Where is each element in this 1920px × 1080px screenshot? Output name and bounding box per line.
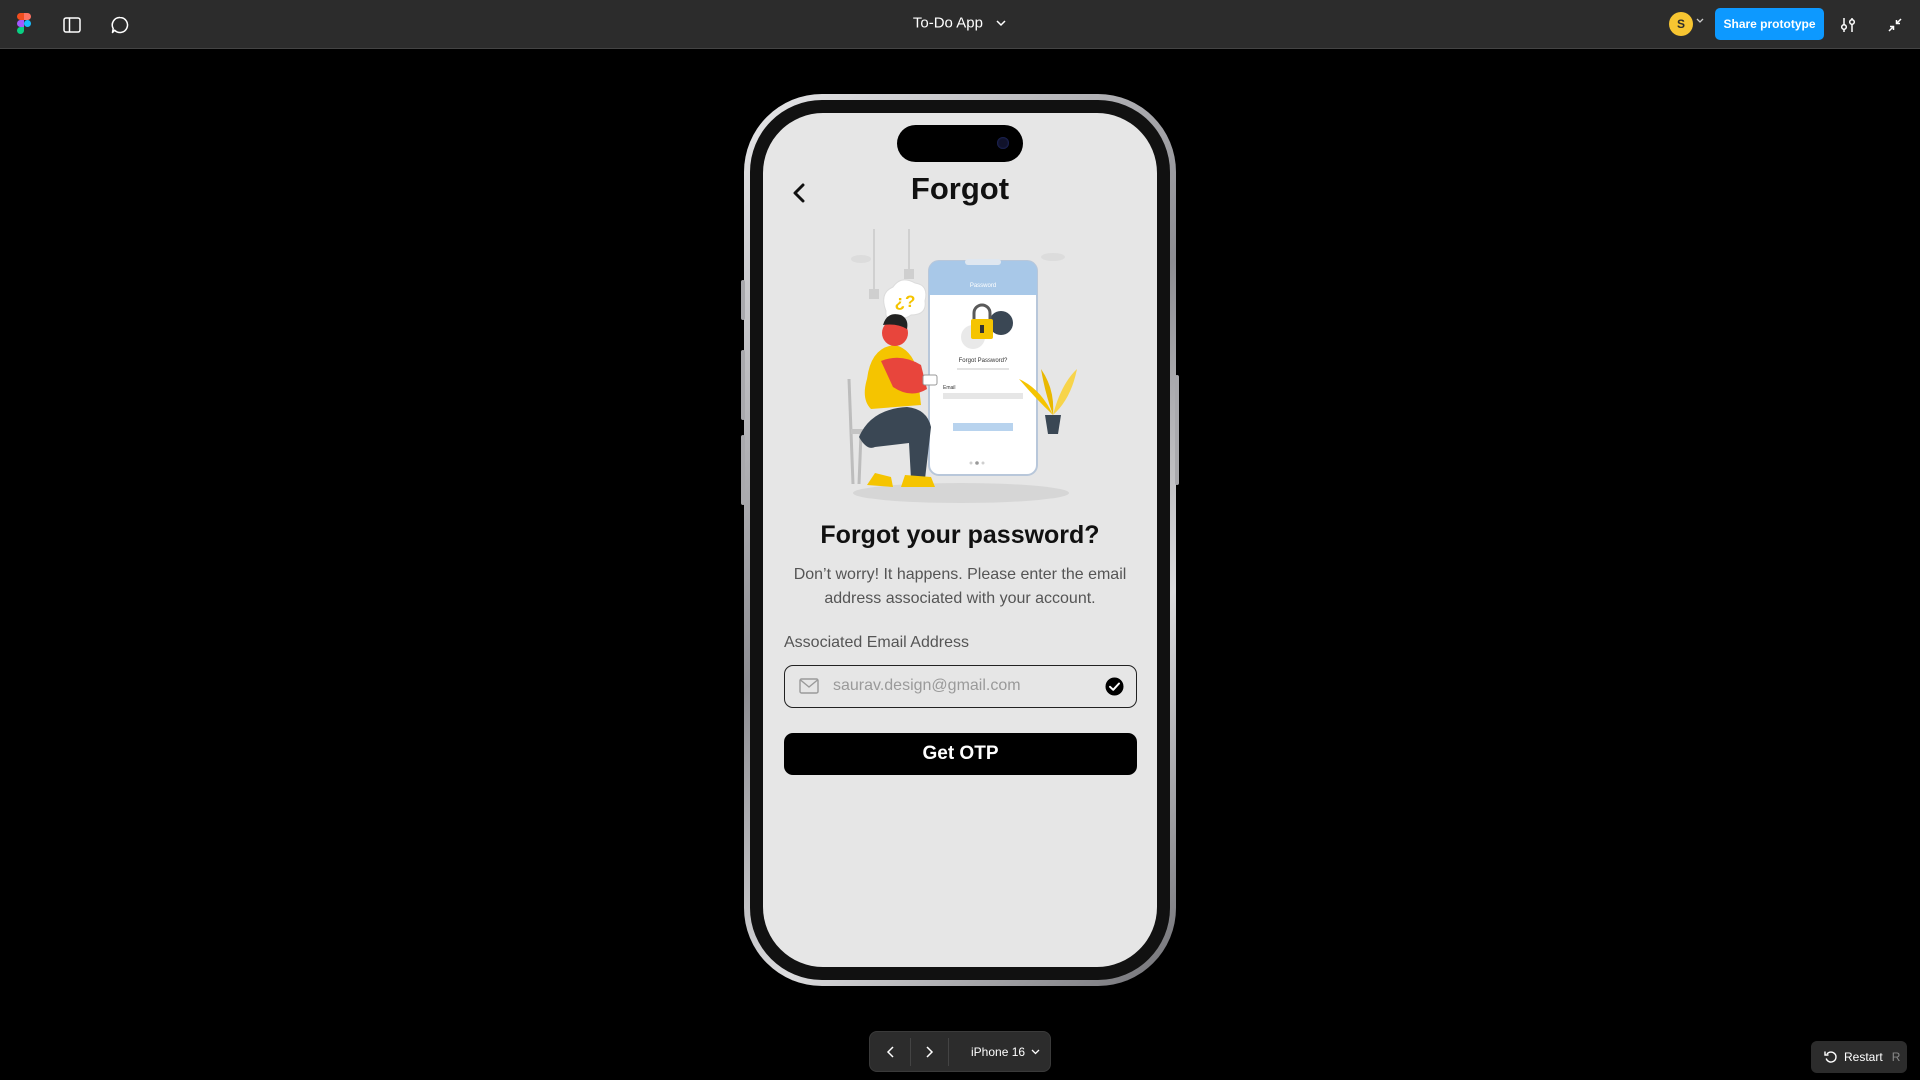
illustration-email-label: Email [943, 385, 956, 391]
phone-power-button [1175, 375, 1179, 485]
illustration-card-title: Forgot Password? [959, 358, 1008, 364]
share-prototype-button[interactable]: Share prototype [1715, 8, 1824, 40]
avatar[interactable]: S [1669, 12, 1693, 36]
camera-icon [997, 137, 1009, 149]
chevron-left-icon [886, 1046, 894, 1058]
phone-volume-up-button [741, 350, 745, 420]
file-title: To-Do App [912, 14, 983, 32]
chevron-down-icon [1031, 1049, 1040, 1054]
chevron-right-icon [926, 1046, 934, 1058]
exit-fullscreen-button[interactable] [1882, 12, 1908, 38]
phone-volume-down-button [741, 435, 745, 505]
nav-divider [948, 1038, 949, 1066]
phone-action-button [741, 280, 745, 320]
illustration-question-mark: ¿? [895, 292, 916, 311]
illustration-app-bar-label: Password [970, 283, 996, 289]
dynamic-island [897, 125, 1023, 162]
prototype-settings-button[interactable] [1835, 12, 1861, 38]
restart-icon [1824, 1051, 1837, 1063]
device-label: iPhone 16 [971, 1044, 1026, 1059]
prototype-navigation: iPhone 16 [869, 1031, 1051, 1072]
chevron-down-icon [996, 20, 1006, 27]
restart-label: Restart [1844, 1050, 1883, 1064]
email-field[interactable] [784, 665, 1137, 708]
avatar-chevron-down-icon[interactable] [1696, 18, 1704, 24]
nav-divider [910, 1038, 911, 1066]
device-select[interactable]: iPhone 16 [971, 1032, 1040, 1071]
restart-button[interactable]: Restart R [1811, 1041, 1907, 1073]
top-toolbar: To-Do App S Share prototype [0, 0, 1920, 49]
forgot-password-description: Don’t worry! It happens. Please enter th… [793, 566, 1127, 607]
check-circle-icon [1105, 677, 1124, 696]
collapse-icon [1888, 18, 1902, 32]
page-title: Forgot [910, 171, 1010, 206]
get-otp-button[interactable]: Get OTP [784, 733, 1137, 775]
email-input[interactable] [833, 666, 1093, 706]
mail-icon [799, 678, 819, 694]
phone-screen: Forgot Password Forgot Password? Email ¿… [763, 113, 1157, 967]
forgot-password-heading: Forgot your password? [820, 521, 1100, 549]
settings-sliders-icon [1840, 18, 1856, 32]
email-field-label: Associated Email Address [784, 634, 969, 651]
previous-frame-button[interactable] [876, 1038, 906, 1066]
restart-shortcut-key: R [1891, 1050, 1901, 1064]
next-frame-button[interactable] [914, 1038, 944, 1066]
forgot-password-illustration: Password Forgot Password? Email ¿? [847, 229, 1077, 503]
file-title-menu[interactable]: To-Do App [0, 14, 1920, 32]
